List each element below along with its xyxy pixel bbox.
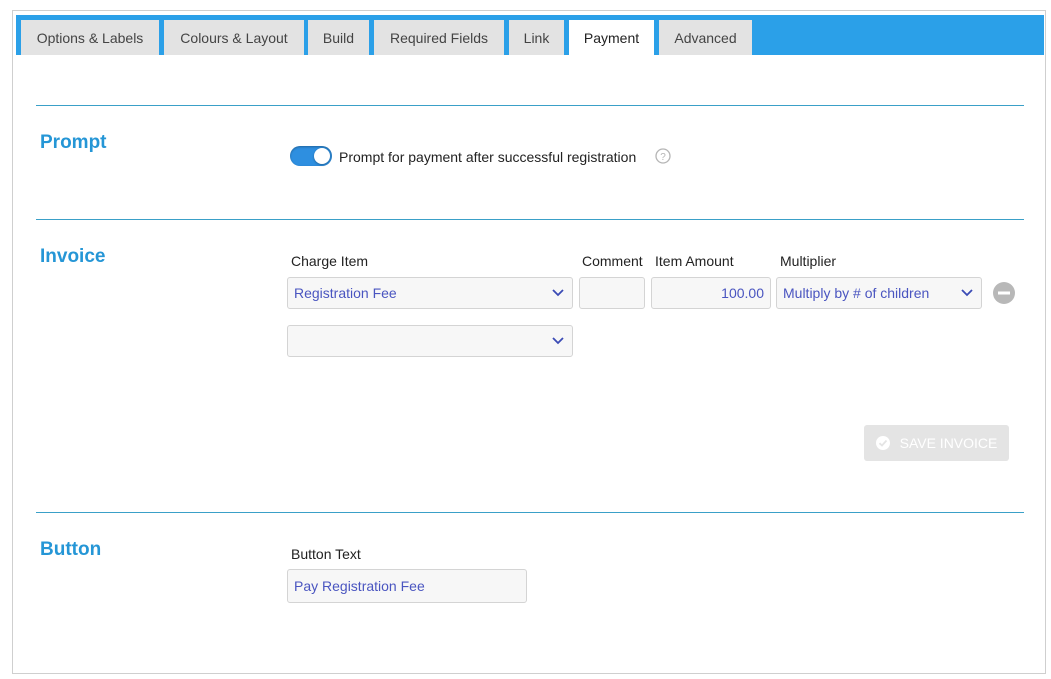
prompt-toggle-label: Prompt for payment after successful regi…	[339, 149, 637, 165]
check-circle-icon	[875, 436, 890, 450]
button-text-input[interactable]: Pay Registration Fee	[287, 569, 527, 603]
charge-item-select[interactable]: Registration Fee	[287, 277, 573, 309]
tab-options-labels[interactable]: Options & Labels	[21, 20, 159, 55]
remove-row-icon[interactable]	[993, 282, 1015, 304]
new-charge-item-select[interactable]	[287, 325, 573, 357]
tab-bar: Options & Labels Colours & Layout Build …	[16, 15, 1044, 55]
tab-advanced[interactable]: Advanced	[659, 20, 752, 55]
invoice-section-title: Invoice	[40, 246, 106, 267]
item-amount-input[interactable]: 100.00	[651, 277, 771, 309]
section-divider	[36, 219, 1024, 220]
multiplier-value: Multiply by # of children	[783, 285, 930, 301]
tab-required-fields[interactable]: Required Fields	[374, 20, 504, 55]
charge-item-value: Registration Fee	[294, 285, 397, 301]
button-section-title: Button	[40, 539, 102, 560]
section-divider	[36, 512, 1024, 513]
multiplier-header: Multiplier	[780, 253, 837, 269]
prompt-section-title: Prompt	[40, 132, 107, 153]
item-amount-value: 100.00	[721, 285, 764, 301]
chevron-down-icon	[552, 289, 564, 297]
toggle-knob	[314, 148, 330, 164]
chevron-down-icon	[552, 337, 564, 345]
section-divider	[36, 105, 1024, 106]
comment-input[interactable]	[579, 277, 645, 309]
prompt-payment-toggle[interactable]	[290, 146, 332, 166]
multiplier-select[interactable]: Multiply by # of children	[776, 277, 982, 309]
item-amount-header: Item Amount	[655, 253, 734, 269]
tab-colours-layout[interactable]: Colours & Layout	[164, 20, 304, 55]
tab-link[interactable]: Link	[509, 20, 564, 55]
svg-text:?: ?	[660, 152, 666, 163]
charge-item-header: Charge Item	[291, 253, 369, 269]
button-text-label: Button Text	[291, 546, 361, 562]
chevron-down-icon	[961, 289, 973, 297]
save-invoice-label: SAVE INVOICE	[899, 435, 998, 451]
question-circle-icon[interactable]: ?	[655, 148, 671, 164]
button-text-value: Pay Registration Fee	[294, 578, 425, 594]
tab-build[interactable]: Build	[308, 20, 369, 55]
comment-header: Comment	[582, 253, 643, 269]
tab-payment[interactable]: Payment	[569, 20, 654, 55]
save-invoice-button[interactable]: SAVE INVOICE	[864, 425, 1009, 461]
